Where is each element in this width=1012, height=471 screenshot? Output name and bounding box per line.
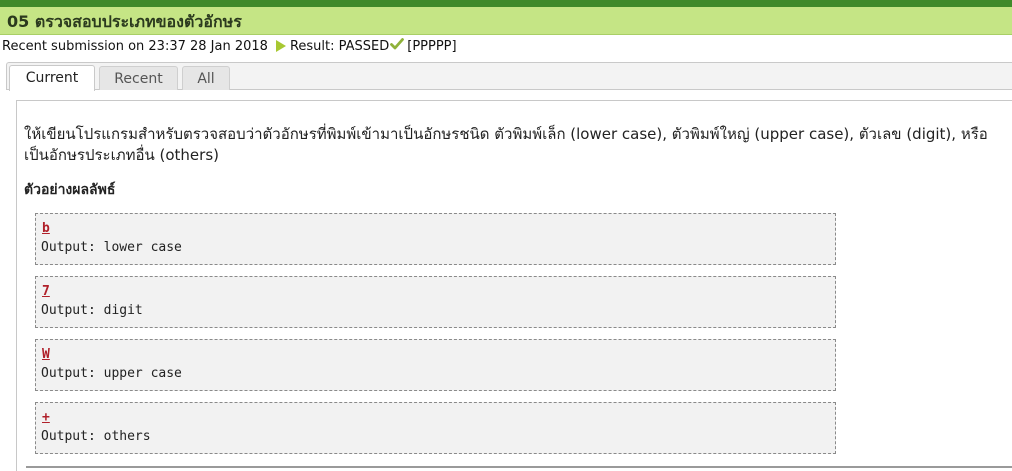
example-heading: ตัวอย่างผลลัพธ์ <box>24 182 116 198</box>
example-output: Output: digit <box>41 303 143 318</box>
example-box-3: W Output: upper case <box>35 339 836 391</box>
problem-title-bar: 05 ตรวจสอบประเภทของตัวอักษร <box>0 7 1012 35</box>
tab-recent[interactable]: Recent <box>99 66 178 90</box>
checkmark-icon <box>390 37 405 51</box>
problem-description: ให้เขียนโปรแกรมสำหรับตรวจสอบว่าตัวอักษรท… <box>24 125 988 164</box>
example-box-1: b Output: lower case <box>35 213 836 265</box>
example-output: Output: others <box>41 429 151 444</box>
tab-strip: Current Recent All <box>6 62 1012 91</box>
submission-status: Recent submission on 23:37 28 Jan 2018 R… <box>2 37 457 54</box>
bottom-divider <box>26 466 1012 468</box>
top-strip <box>0 0 1012 7</box>
play-arrow-icon[interactable] <box>275 39 286 52</box>
example-input: 7 <box>42 284 50 299</box>
example-input: W <box>42 347 50 362</box>
tab-all[interactable]: All <box>182 66 230 90</box>
example-input: b <box>42 221 50 236</box>
submission-detail: [PPPPP] <box>407 39 457 54</box>
example-box-4: + Output: others <box>35 402 836 454</box>
submission-info: Recent submission on 23:37 28 Jan 2018 <box>2 39 268 54</box>
example-output: Output: lower case <box>41 240 182 255</box>
example-output: Output: upper case <box>41 366 182 381</box>
tab-current[interactable]: Current <box>9 65 95 91</box>
submission-result: Result: PASSED <box>289 39 390 54</box>
example-input: + <box>42 410 50 425</box>
example-box-2: 7 Output: digit <box>35 276 836 328</box>
problem-title: 05 ตรวจสอบประเภทของตัวอักษร <box>7 12 242 31</box>
